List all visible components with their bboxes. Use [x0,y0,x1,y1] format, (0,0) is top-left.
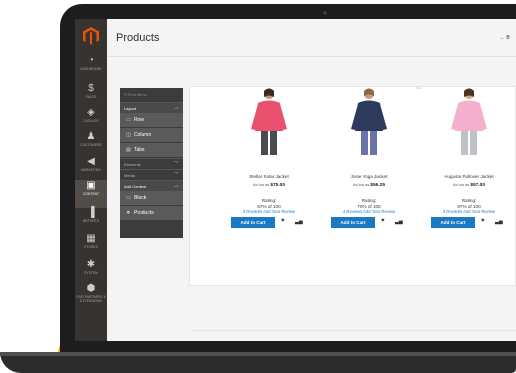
compare-icon[interactable]: ▃▅ [495,219,503,225]
builder-item-products[interactable]: ❖ Products [120,206,183,220]
builder-item-row[interactable]: ▭ Row [120,113,183,127]
admin-screen: ◔ Dashboard $ Sales ◈ Catalog ♟ Customer… [75,19,516,341]
heart-icon[interactable]: ♥ [281,218,285,224]
product-image[interactable] [447,87,491,157]
product-price: As low as $75.00 [253,183,285,188]
panel-search-input[interactable]: ⚲ Find Items [120,88,183,102]
canvas-divider [193,330,516,331]
tabs-icon: ▤ [126,147,131,153]
nav-content[interactable]: ▣ Content [75,180,107,208]
section-media[interactable]: Media ﹀ [120,169,183,180]
block-icon: ▭ [126,195,131,201]
reviews-link[interactable]: 4 Reviews Add Your Review [328,209,410,215]
product-image[interactable] [347,87,391,157]
page-title: Products [116,32,160,44]
product-image[interactable] [247,87,291,157]
header-divider [107,56,516,57]
store-icon: ▦ [86,233,96,244]
megaphone-icon: ◀ [87,156,95,167]
admin-sidebar: ◔ Dashboard $ Sales ◈ Catalog ♟ Customer… [75,19,107,341]
cube-stack-icon: ⬢ [86,283,96,294]
row-label: Row [416,87,422,90]
gauge-icon: ◔ [87,55,95,66]
product-name[interactable]: Josie Yoga Jacket [328,174,410,179]
laptop-mockup: ◔ Dashboard $ Sales ◈ Catalog ♟ Customer… [0,0,516,373]
product-actions: Add to Cart ♥ ▃▅ [328,216,410,228]
heart-icon[interactable]: ♥ [381,218,385,224]
nav-stores[interactable]: ▦ Stores [75,233,107,261]
person-icon: ♟ [86,131,96,142]
product-actions: Add to Cart ♥ ▃▅ [428,216,510,228]
add-to-cart-button[interactable]: Add to Cart [231,216,275,228]
camera-dot [323,11,327,15]
compare-icon[interactable]: ▃▅ [295,219,303,225]
products-icon: ❖ [126,210,131,216]
magento-logo-icon[interactable] [83,27,99,45]
back-button[interactable]: ← B [500,35,510,41]
product-card: Josie Yoga Jacket As low as $56.25 Ratin… [328,87,410,228]
bar-chart-icon: ▐ [87,207,95,218]
reviews-link[interactable]: 3 Reviews Add Your Review [228,209,310,215]
dollar-icon: $ [88,83,94,94]
product-actions: Add to Cart ♥ ▃▅ [228,216,310,228]
nav-dashboard[interactable]: ◔ Dashboard [75,55,107,83]
product-name[interactable]: Augusta Pullover Jacket [428,174,510,179]
section-layout[interactable]: Layout ︿ [120,102,183,113]
heart-icon[interactable]: ♥ [481,218,485,224]
product-price: As low as $56.25 [353,183,385,188]
compare-icon[interactable]: ▃▅ [395,219,403,225]
add-to-cart-button[interactable]: Add to Cart [331,216,375,228]
search-icon: ⚲ [124,92,127,97]
nav-partners[interactable]: ⬢ Find Partners & Extensions [75,283,107,319]
product-card: Stellar Solar Jacket As low as $75.00 Ra… [228,87,310,228]
product-card: Augusta Pullover Jacket As low as $57.00… [428,87,510,228]
builder-item-block[interactable]: ▭ Block [120,191,183,205]
layout-icon: ▣ [86,180,96,191]
product-price: As low as $57.00 [453,183,485,188]
laptop-base-edge [0,352,516,356]
cube-icon: ◈ [87,107,95,118]
add-to-cart-button[interactable]: Add to Cart [431,216,475,228]
page-builder-panel: ⚲ Find Items Layout ︿ ▭ Row ◫ Column ▤ Tabs… [120,88,183,238]
reviews-link[interactable]: 3 Reviews Add Your Review [428,209,510,215]
nav-reports[interactable]: ▐ Reports [75,207,107,235]
gear-icon: ✱ [86,259,96,270]
section-elements[interactable]: Elements ﹀ [120,158,183,169]
row-icon: ▭ [126,117,131,123]
product-name[interactable]: Stellar Solar Jacket [228,174,310,179]
section-add-content[interactable]: Add Content ︿ [120,180,183,191]
builder-item-tabs[interactable]: ▤ Tabs [120,143,183,157]
builder-item-column[interactable]: ◫ Column [120,128,183,142]
column-icon: ◫ [126,132,131,138]
nav-customers[interactable]: ♟ Customers [75,131,107,159]
